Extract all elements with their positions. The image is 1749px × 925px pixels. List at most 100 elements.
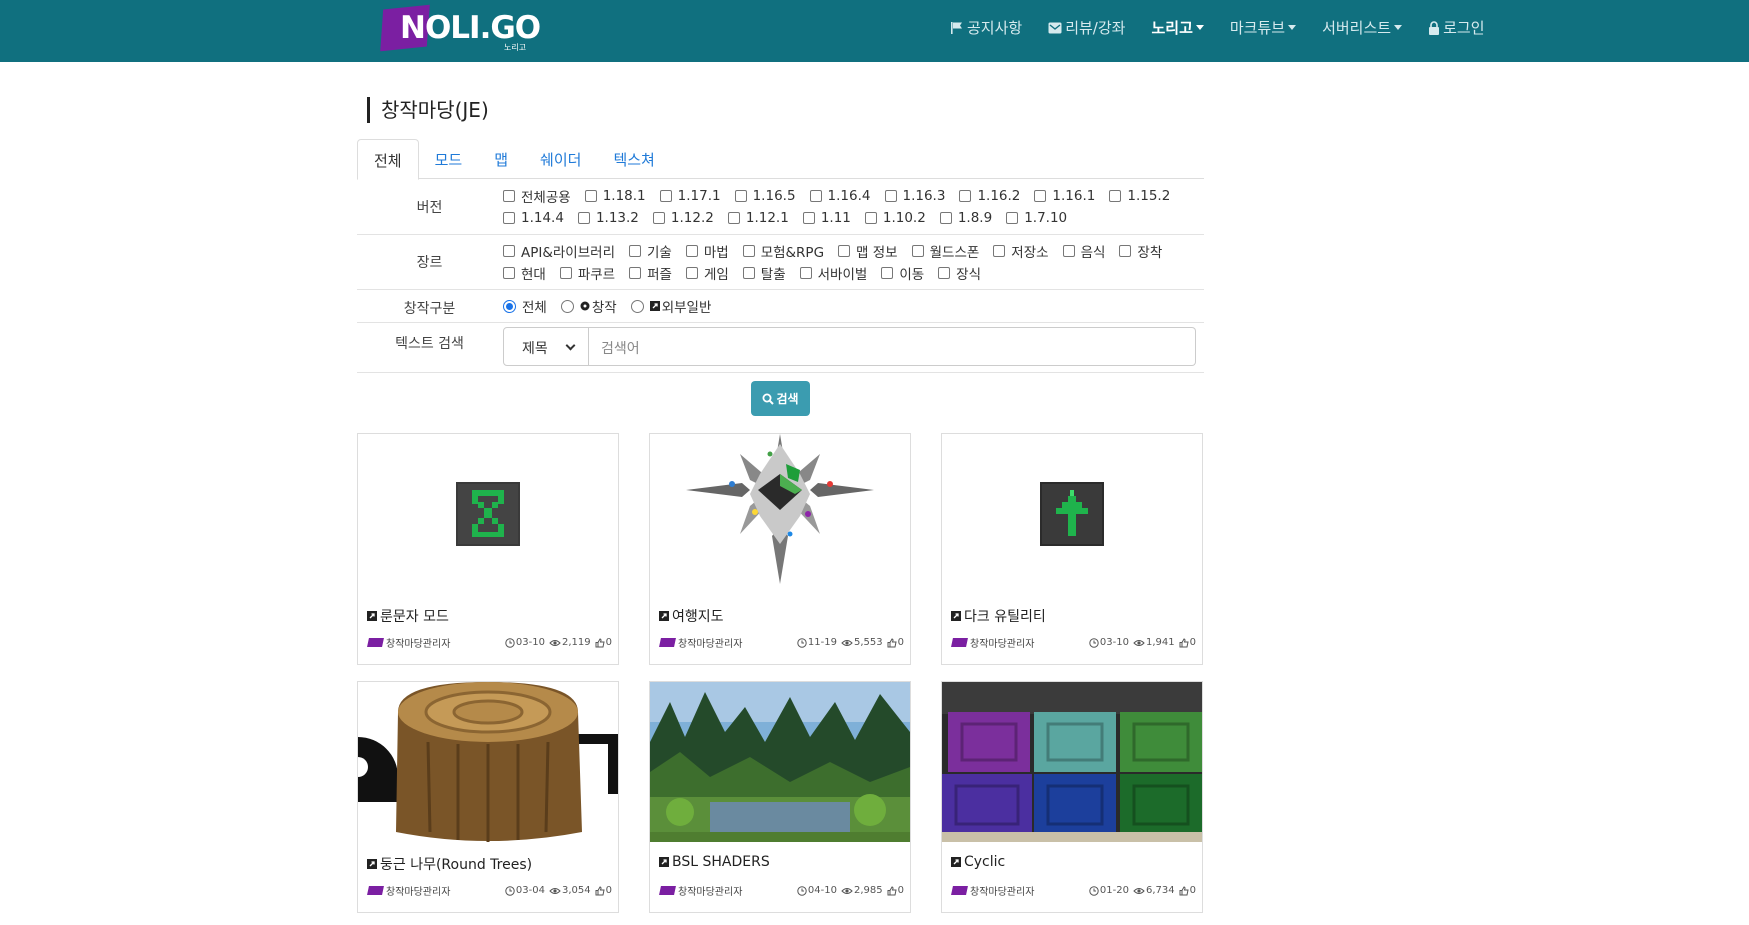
card-title[interactable]: Cyclic bbox=[951, 854, 1005, 870]
checkbox[interactable] bbox=[938, 267, 951, 279]
version-option[interactable]: 1.16.3 bbox=[884, 185, 945, 207]
genre-option[interactable]: API&라이브러리 bbox=[503, 240, 615, 262]
genre-option[interactable]: 맵 정보 bbox=[838, 240, 898, 262]
checkbox[interactable] bbox=[629, 245, 641, 257]
radio-button[interactable] bbox=[630, 299, 644, 313]
version-option[interactable]: 1.11 bbox=[802, 207, 851, 229]
search-field-select[interactable]: 제목 bbox=[503, 327, 589, 366]
content-card[interactable]: 다크 유틸리티 창작마당관리자 03-10 1,941 0 bbox=[941, 433, 1203, 665]
checkbox[interactable] bbox=[559, 267, 572, 279]
checkbox[interactable] bbox=[727, 212, 740, 224]
checkbox[interactable] bbox=[1109, 190, 1122, 202]
card-author[interactable]: 창작마당관리자 bbox=[367, 635, 450, 650]
tab-texture[interactable]: 텍스쳐 bbox=[597, 139, 670, 179]
version-option[interactable]: 1.8.9 bbox=[939, 207, 992, 229]
version-option[interactable]: 1.7.10 bbox=[1006, 207, 1067, 229]
checkbox[interactable] bbox=[884, 190, 897, 202]
version-option[interactable]: 1.18.1 bbox=[584, 185, 646, 207]
version-option[interactable]: 1.14.4 bbox=[503, 207, 564, 229]
card-thumbnail[interactable] bbox=[650, 682, 910, 842]
genre-option[interactable]: 탈출 bbox=[742, 262, 786, 284]
card-title[interactable]: 룬문자 모드 bbox=[367, 606, 449, 626]
genre-option[interactable]: 음식 bbox=[1062, 240, 1105, 262]
genre-option[interactable]: 서바이벌 bbox=[799, 262, 867, 284]
checkbox[interactable] bbox=[864, 212, 877, 224]
genre-option[interactable]: 이동 bbox=[881, 262, 924, 284]
genre-option[interactable]: 장식 bbox=[938, 262, 981, 284]
nav-notice[interactable]: 공지사항 bbox=[950, 17, 1022, 38]
checkbox[interactable] bbox=[959, 190, 972, 202]
card-title[interactable]: 다크 유틸리티 bbox=[951, 606, 1046, 626]
version-option[interactable]: 1.12.1 bbox=[727, 207, 789, 229]
content-card[interactable]: Cyclic 창작마당관리자 01-20 6,734 0 bbox=[941, 681, 1203, 913]
radio-option-external[interactable]: 외부일반 bbox=[630, 295, 711, 317]
version-option[interactable]: 전체공용 bbox=[503, 185, 571, 207]
version-option[interactable]: 1.12.2 bbox=[652, 207, 714, 229]
card-thumbnail[interactable] bbox=[942, 434, 1202, 594]
checkbox[interactable] bbox=[1119, 245, 1132, 257]
card-title[interactable]: BSL SHADERS bbox=[659, 854, 770, 870]
checkbox[interactable] bbox=[503, 190, 515, 202]
nav-serverlist[interactable]: 서버리스트 bbox=[1322, 17, 1403, 38]
genre-option[interactable]: 모험&RPG bbox=[742, 240, 824, 262]
checkbox[interactable] bbox=[993, 245, 1006, 257]
radio-button[interactable] bbox=[560, 299, 574, 313]
checkbox[interactable] bbox=[734, 190, 747, 202]
version-option[interactable]: 1.16.2 bbox=[959, 185, 1020, 207]
checkbox[interactable] bbox=[1062, 245, 1075, 257]
radio-option-original[interactable]: 창작 bbox=[560, 295, 617, 317]
card-author[interactable]: 창작마당관리자 bbox=[659, 883, 742, 898]
genre-option[interactable]: 퍼즐 bbox=[629, 262, 672, 284]
checkbox[interactable] bbox=[742, 245, 755, 257]
checkbox[interactable] bbox=[1034, 190, 1047, 202]
checkbox[interactable] bbox=[584, 190, 597, 202]
tab-map[interactable]: 맵 bbox=[478, 139, 524, 179]
checkbox[interactable] bbox=[503, 212, 515, 224]
card-author[interactable]: 창작마당관리자 bbox=[951, 883, 1034, 898]
version-option[interactable]: 1.16.5 bbox=[734, 185, 796, 207]
content-card[interactable]: BSL SHADERS 창작마당관리자 04-10 2,985 0 bbox=[649, 681, 911, 913]
tab-mod[interactable]: 모드 bbox=[419, 139, 479, 179]
checkbox[interactable] bbox=[1006, 212, 1019, 224]
checkbox[interactable] bbox=[659, 190, 672, 202]
genre-option[interactable]: 저장소 bbox=[993, 240, 1049, 262]
nav-noligo[interactable]: 노리고 bbox=[1151, 17, 1204, 38]
content-card[interactable]: 룬문자 모드 창작마당관리자 03-10 2,119 0 bbox=[357, 433, 619, 665]
checkbox[interactable] bbox=[652, 212, 665, 224]
version-option[interactable]: 1.17.1 bbox=[659, 185, 721, 207]
genre-option[interactable]: 장착 bbox=[1119, 240, 1162, 262]
card-author[interactable]: 창작마당관리자 bbox=[367, 883, 450, 898]
checkbox[interactable] bbox=[802, 212, 815, 224]
genre-option[interactable]: 마법 bbox=[685, 240, 729, 262]
checkbox[interactable] bbox=[838, 245, 851, 257]
version-option[interactable]: 1.16.4 bbox=[809, 185, 871, 207]
card-author[interactable]: 창작마당관리자 bbox=[951, 635, 1034, 650]
checkbox[interactable] bbox=[503, 245, 515, 257]
version-option[interactable]: 1.15.2 bbox=[1109, 185, 1170, 207]
version-option[interactable]: 1.10.2 bbox=[864, 207, 926, 229]
card-author[interactable]: 창작마당관리자 bbox=[659, 635, 742, 650]
checkbox[interactable] bbox=[629, 267, 642, 279]
tab-shader[interactable]: 쉐이더 bbox=[524, 139, 597, 179]
card-thumbnail[interactable] bbox=[358, 682, 618, 842]
checkbox[interactable] bbox=[685, 245, 698, 257]
card-title[interactable]: 둥근 나무(Round Trees) bbox=[367, 854, 532, 874]
checkbox[interactable] bbox=[939, 212, 952, 224]
genre-option[interactable]: 현대 bbox=[503, 262, 546, 284]
tab-all[interactable]: 전체 bbox=[357, 139, 419, 180]
search-button[interactable]: 검색 bbox=[751, 381, 810, 416]
search-input[interactable]: 검색어 bbox=[589, 327, 1196, 366]
site-logo[interactable]: NOLI.GO 노리고 bbox=[380, 4, 541, 54]
card-title[interactable]: 여행지도 bbox=[659, 606, 724, 626]
nav-review[interactable]: 리뷰/강좌 bbox=[1048, 17, 1125, 38]
genre-option[interactable]: 게임 bbox=[685, 262, 729, 284]
version-option[interactable]: 1.16.1 bbox=[1034, 185, 1095, 207]
checkbox[interactable] bbox=[503, 267, 515, 279]
card-thumbnail[interactable] bbox=[650, 434, 910, 594]
checkbox[interactable] bbox=[911, 245, 924, 257]
checkbox[interactable] bbox=[685, 267, 698, 279]
radio-button[interactable] bbox=[503, 299, 516, 313]
genre-option[interactable]: 월드스폰 bbox=[911, 240, 979, 262]
checkbox[interactable] bbox=[799, 267, 812, 279]
checkbox[interactable] bbox=[742, 267, 755, 279]
